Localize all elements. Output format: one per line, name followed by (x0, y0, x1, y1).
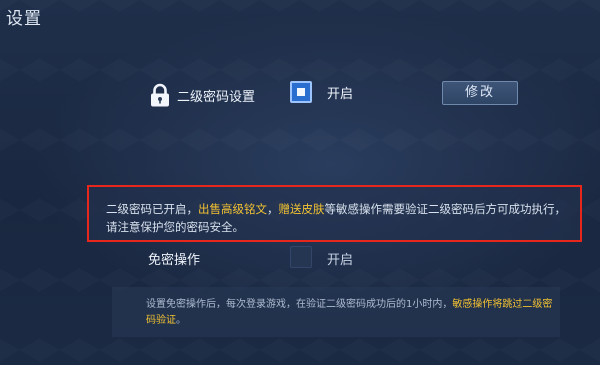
warning-separator: ， (267, 202, 279, 216)
info-text-part2: 。 (176, 315, 186, 326)
info-text-part1: 设置免密操作后，每次登录游戏，在验证二级密码成功后的1小时内， (146, 299, 453, 310)
page-title: 设置 (6, 9, 42, 29)
warning-notice: 二级密码已开启，出售高级铭文，赠送皮肤等敏感操作需要验证二级密码后方可成功执行，… (87, 185, 582, 242)
lock-icon (149, 83, 171, 107)
password-free-info-panel: 设置免密操作后，每次登录游戏，在验证二级密码成功后的1小时内，敏感操作将跳过二级… (112, 287, 560, 337)
warning-highlight-gift-skin: 赠送皮肤 (278, 202, 325, 216)
checkbox-checked-mark (297, 88, 305, 96)
info-text: 设置免密操作后，每次登录游戏，在验证二级密码成功后的1小时内，敏感操作将跳过二级… (146, 297, 556, 329)
modify-button[interactable]: 修改 (442, 81, 518, 105)
warning-text-part1: 二级密码已开启， (106, 202, 198, 216)
secondary-password-label: 二级密码设置 (177, 90, 256, 105)
password-free-label: 免密操作 (148, 253, 201, 268)
secondary-password-row: 二级密码设置 开启 修改 (148, 80, 528, 110)
warning-text: 二级密码已开启，出售高级铭文，赠送皮肤等敏感操作需要验证二级密码后方可成功执行，… (106, 200, 576, 236)
secondary-password-toggle-label: 开启 (327, 87, 354, 102)
warning-highlight-sell-inscription: 出售高级铭文 (198, 202, 267, 216)
password-free-toggle-label: 开启 (327, 253, 354, 268)
password-free-row: 免密操作 开启 (148, 246, 448, 270)
password-free-checkbox[interactable] (290, 246, 312, 268)
secondary-password-checkbox[interactable] (290, 81, 312, 103)
